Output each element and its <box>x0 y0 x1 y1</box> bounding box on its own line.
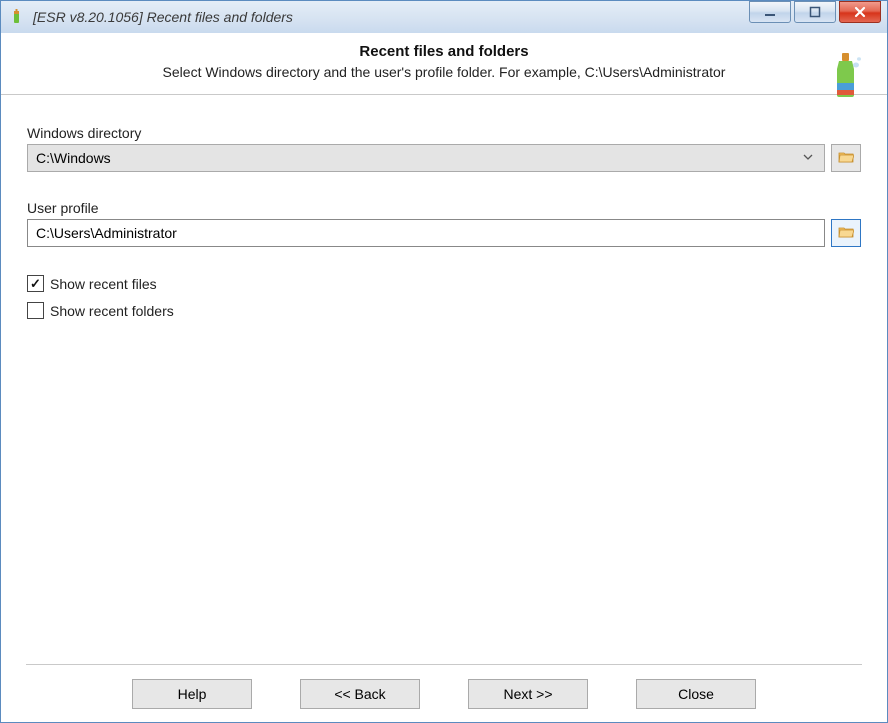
footer: Help << Back Next >> Close <box>26 664 862 709</box>
header-bottle-icon <box>829 51 863 99</box>
windows-dir-browse-button[interactable] <box>831 144 861 172</box>
titlebar: [ESR v8.20.1056] Recent files and folder… <box>1 1 887 33</box>
chevron-down-icon <box>802 150 814 166</box>
user-profile-row <box>27 219 861 247</box>
app-icon <box>9 9 25 25</box>
page-subtitle: Select Windows directory and the user's … <box>21 64 867 80</box>
footer-buttons: Help << Back Next >> Close <box>26 679 862 709</box>
windows-dir-label: Windows directory <box>27 125 861 141</box>
footer-divider <box>26 664 862 665</box>
user-profile-browse-button[interactable] <box>831 219 861 247</box>
show-recent-files-label[interactable]: Show recent files <box>50 276 157 292</box>
window-title: [ESR v8.20.1056] Recent files and folder… <box>33 9 293 25</box>
user-profile-label: User profile <box>27 200 861 216</box>
show-recent-folders-checkbox[interactable] <box>27 302 44 319</box>
back-button[interactable]: << Back <box>300 679 420 709</box>
maximize-button[interactable] <box>794 1 836 23</box>
close-window-button[interactable] <box>839 1 881 23</box>
help-button[interactable]: Help <box>132 679 252 709</box>
close-button[interactable]: Close <box>636 679 756 709</box>
show-recent-folders-label[interactable]: Show recent folders <box>50 303 174 319</box>
show-recent-files-checkbox[interactable] <box>27 275 44 292</box>
folder-icon <box>838 150 854 167</box>
user-profile-input[interactable] <box>27 219 825 247</box>
folder-icon <box>838 225 854 242</box>
show-recent-files-row: Show recent files <box>27 275 861 292</box>
windows-dir-row: C:\Windows <box>27 144 861 172</box>
window-controls <box>746 1 887 25</box>
minimize-button[interactable] <box>749 1 791 23</box>
main-content: Windows directory C:\Windows User profil… <box>1 95 887 339</box>
page-header: Recent files and folders Select Windows … <box>1 33 887 95</box>
show-recent-folders-row: Show recent folders <box>27 302 861 319</box>
page-title: Recent files and folders <box>21 43 867 60</box>
next-button[interactable]: Next >> <box>468 679 588 709</box>
windows-dir-value: C:\Windows <box>36 150 111 166</box>
windows-dir-combo[interactable]: C:\Windows <box>27 144 825 172</box>
